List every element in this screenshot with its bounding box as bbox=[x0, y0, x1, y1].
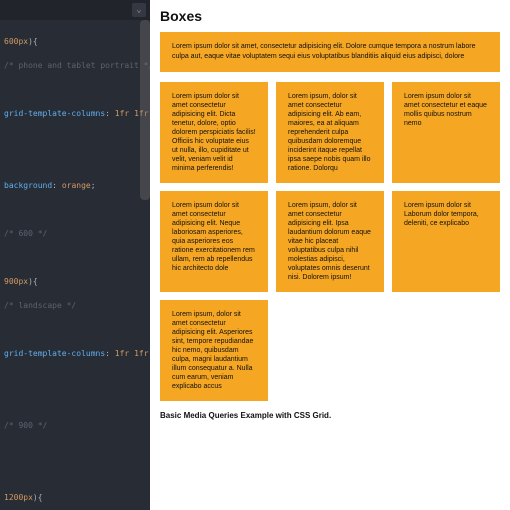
box-grid: Lorem ipsum dolor sit amet consectetur a… bbox=[160, 82, 500, 401]
caption: Basic Media Queries Example with CSS Gri… bbox=[160, 411, 500, 420]
grid-box: Lorem ipsum dolor sit amet consectetur a… bbox=[160, 191, 268, 292]
preview-panel: Boxes Lorem ipsum dolor sit amet, consec… bbox=[150, 0, 510, 510]
wide-box: Lorem ipsum dolor sit amet, consectetur … bbox=[160, 32, 500, 72]
grid-box: Lorem ipsum dolor sit amet consectetur a… bbox=[160, 82, 268, 183]
code-editor-panel: ⌄ 600px){ /* phone and tablet portrait *… bbox=[0, 0, 150, 510]
chevron-down-icon[interactable]: ⌄ bbox=[132, 3, 146, 17]
code-content[interactable]: 600px){ /* phone and tablet portrait */ … bbox=[0, 20, 150, 510]
editor-toolbar: ⌄ bbox=[0, 0, 150, 20]
grid-box: Lorem ipsum, dolor sit amet consectetur … bbox=[276, 82, 384, 183]
grid-box: Lorem ipsum, dolor sit amet consectetur … bbox=[160, 300, 268, 401]
grid-box: Lorem ipsum, dolor sit amet consectetur … bbox=[276, 191, 384, 292]
grid-box: Lorem ipsum dolor sit amet consectetur e… bbox=[392, 82, 500, 183]
grid-box: Lorem ipsum dolor sit Laborum dolor temp… bbox=[392, 191, 500, 292]
page-title: Boxes bbox=[160, 8, 500, 24]
scrollbar-thumb[interactable] bbox=[140, 20, 150, 200]
